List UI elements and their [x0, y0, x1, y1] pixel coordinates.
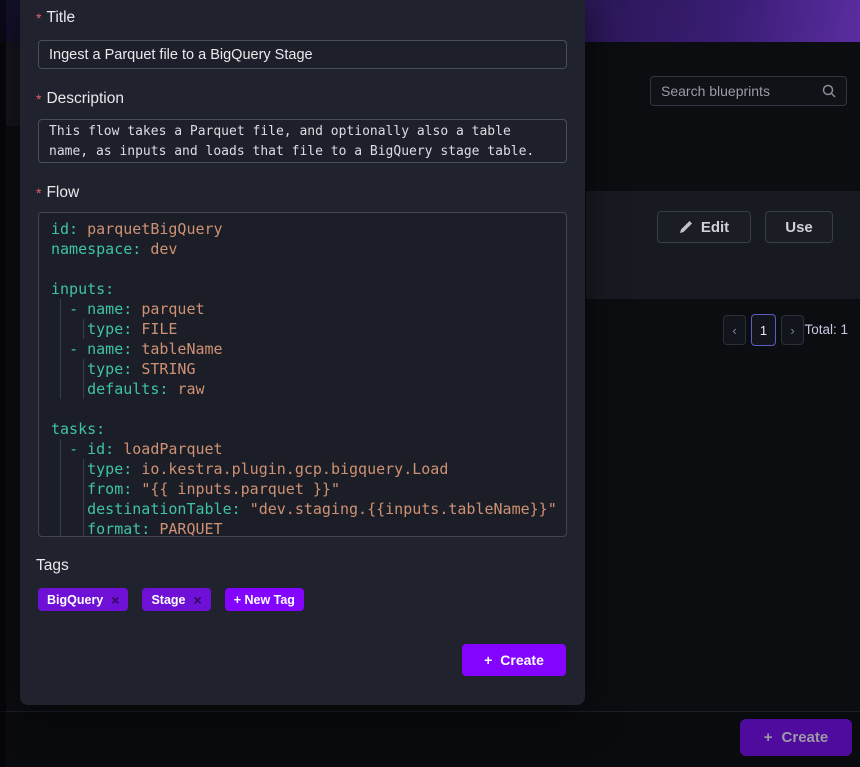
new-tag-button[interactable]: + New Tag [225, 588, 304, 611]
remove-tag-icon[interactable]: × [111, 593, 119, 607]
remove-tag-icon[interactable]: × [194, 593, 202, 607]
blueprint-card [586, 191, 860, 299]
flow-field-label: * Flow [36, 184, 79, 202]
code-line: type: FILE [51, 319, 554, 339]
edit-button-label: Edit [701, 219, 729, 236]
tags-field-label: Tags [36, 557, 69, 575]
code-line: tasks: [51, 419, 554, 439]
title-label-text: Title [46, 9, 75, 27]
description-input[interactable]: This flow takes a Parquet file, and opti… [38, 119, 567, 163]
code-line: - name: parquet [51, 299, 554, 319]
tag-chip-stage[interactable]: Stage × [142, 588, 210, 611]
page: Search blueprints Edit Use ‹ 1 › Total: … [0, 0, 860, 767]
description-field-label: * Description [36, 90, 124, 108]
code-line: defaults: raw [51, 379, 554, 399]
tags-list: BigQuery × Stage × + New Tag [38, 588, 304, 611]
code-line [51, 399, 554, 419]
code-line: destinationTable: "dev.staging.{{inputs.… [51, 499, 554, 519]
code-line: type: io.kestra.plugin.gcp.bigquery.Load [51, 459, 554, 479]
title-input[interactable] [38, 40, 567, 69]
create-blueprint-modal: * Title * Description This flow takes a … [20, 0, 585, 705]
footer-create-label: Create [782, 729, 829, 746]
sidebar-edge [6, 42, 20, 126]
code-line: - name: tableName [51, 339, 554, 359]
pagination-current-page[interactable]: 1 [751, 314, 776, 346]
code-line: id: parquetBigQuery [51, 219, 554, 239]
tag-label: BigQuery [47, 593, 103, 607]
use-button[interactable]: Use [765, 211, 833, 243]
search-input[interactable]: Search blueprints [650, 76, 847, 106]
required-asterisk: * [36, 9, 41, 27]
modal-create-label: Create [500, 652, 544, 668]
pagination: ‹ 1 › [723, 314, 804, 346]
modal-create-button[interactable]: + Create [462, 644, 566, 676]
footer-create-button[interactable]: + Create [740, 719, 852, 756]
required-asterisk: * [36, 184, 41, 202]
tag-label: Stage [151, 593, 185, 607]
chevron-right-icon: › [790, 323, 794, 338]
code-line: namespace: dev [51, 239, 554, 259]
search-placeholder: Search blueprints [661, 83, 822, 99]
title-field-label: * Title [36, 9, 75, 27]
pagination-prev-button[interactable]: ‹ [723, 315, 746, 345]
page-number: 1 [760, 323, 767, 338]
pagination-next-button[interactable]: › [781, 315, 804, 345]
new-tag-label: + New Tag [234, 593, 295, 607]
code-line: format: PARQUET [51, 519, 554, 537]
use-button-label: Use [785, 219, 813, 236]
pagination-total: Total: 1 [804, 322, 848, 337]
left-rail [0, 0, 6, 767]
plus-icon: + [484, 652, 492, 668]
required-asterisk: * [36, 90, 41, 108]
code-line [51, 259, 554, 279]
plus-icon: + [764, 729, 773, 746]
search-icon [822, 84, 836, 98]
code-line: inputs: [51, 279, 554, 299]
flow-code-editor[interactable]: id: parquetBigQuerynamespace: dev inputs… [38, 212, 567, 537]
tag-chip-bigquery[interactable]: BigQuery × [38, 588, 128, 611]
flow-code: id: parquetBigQuerynamespace: dev inputs… [51, 219, 554, 537]
edit-button[interactable]: Edit [657, 211, 751, 243]
chevron-left-icon: ‹ [732, 323, 736, 338]
flow-label-text: Flow [46, 184, 79, 202]
code-line: type: STRING [51, 359, 554, 379]
description-label-text: Description [46, 90, 124, 108]
pencil-icon [679, 220, 693, 234]
footer: + Create [0, 712, 860, 767]
code-line: from: "{{ inputs.parquet }}" [51, 479, 554, 499]
code-line: - id: loadParquet [51, 439, 554, 459]
